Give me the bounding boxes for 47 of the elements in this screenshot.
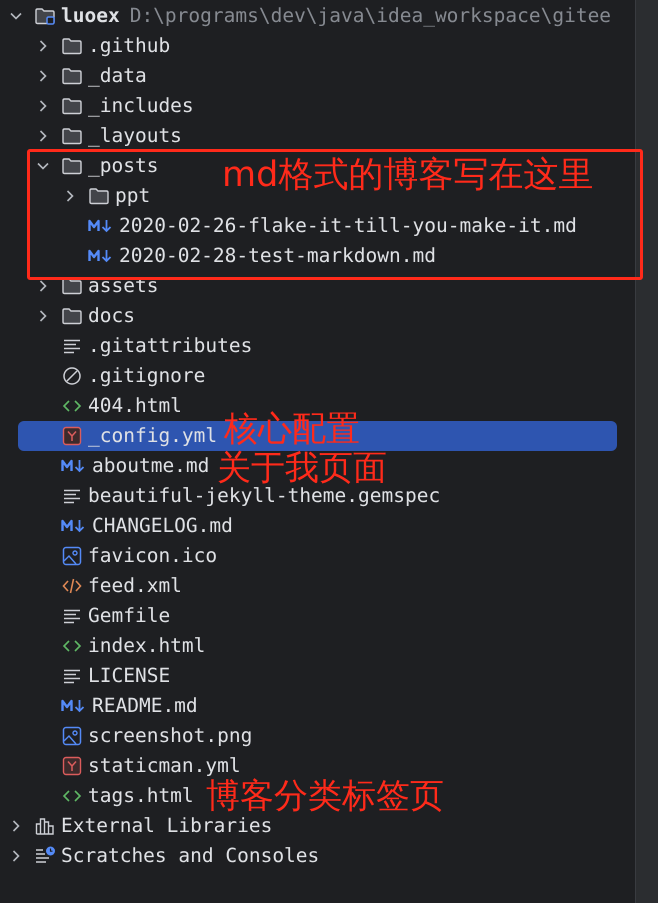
tree-item[interactable]: Scratches and Consoles (0, 841, 320, 871)
tree-item[interactable]: ppt (18, 181, 150, 211)
annotation-text: 核心配置 (224, 412, 360, 446)
tree-item[interactable]: favicon.ico (18, 541, 218, 571)
tree-item[interactable]: index.html (18, 631, 206, 661)
folder-icon (61, 126, 83, 146)
tree-item[interactable]: CHANGELOG.md (18, 511, 233, 541)
yaml-file-icon (61, 426, 83, 446)
project-path: D:\programs\dev\java\idea_workspace\gitee (130, 3, 612, 30)
tree-item[interactable]: .gitignore (18, 361, 206, 391)
tree-item[interactable]: feed.xml (18, 571, 182, 601)
folder-icon (61, 96, 83, 116)
tree-item[interactable]: _data (18, 61, 147, 91)
folder-icon (61, 66, 83, 86)
tree-item[interactable]: 2020-02-26-flake-it-till-you-make-it.md (18, 211, 577, 241)
tree-item[interactable]: 2020-02-28-test-markdown.md (18, 241, 436, 271)
libraries-icon (34, 816, 56, 836)
tree-item[interactable]: _includes (18, 91, 194, 121)
yaml-file-icon (61, 756, 83, 776)
tree-item[interactable]: tags.html (18, 781, 194, 811)
folder-icon (34, 6, 56, 26)
tree-item[interactable]: .gitattributes (18, 331, 252, 361)
tree-item[interactable]: _layouts (18, 121, 182, 151)
xml-file-icon (61, 576, 83, 596)
tree-item[interactable]: External Libraries (0, 811, 272, 841)
tree-item[interactable]: screenshot.png (18, 721, 252, 751)
folder-icon (88, 186, 110, 206)
folder-icon (61, 156, 83, 176)
tree-item[interactable]: .github (18, 31, 170, 61)
annotation-text: 关于我页面 (217, 451, 387, 485)
tree-item[interactable]: aboutme.md (18, 451, 210, 481)
folder-icon (61, 36, 83, 56)
tree-item[interactable]: assets (18, 271, 158, 301)
tree-item[interactable]: _posts (18, 151, 158, 181)
image-file-icon (61, 726, 83, 746)
tree-item[interactable]: docs (18, 301, 135, 331)
tree-item[interactable]: luoex D:\programs\dev\java\idea_workspace\gitee (0, 1, 612, 31)
annotation-text: 博客分类标签页 (206, 779, 444, 813)
ignore-file-icon (61, 366, 83, 386)
image-file-icon (61, 546, 83, 566)
tree-item[interactable]: 404.html (18, 391, 182, 421)
tree-item[interactable]: README.md (18, 691, 198, 721)
tree-item[interactable]: LICENSE (18, 661, 170, 691)
folder-icon (61, 306, 83, 326)
tree-item[interactable]: _config.yml (18, 421, 218, 451)
annotation-text: md格式的博客写在这里 (222, 158, 594, 193)
tree-item[interactable]: Gemfile (18, 601, 170, 631)
